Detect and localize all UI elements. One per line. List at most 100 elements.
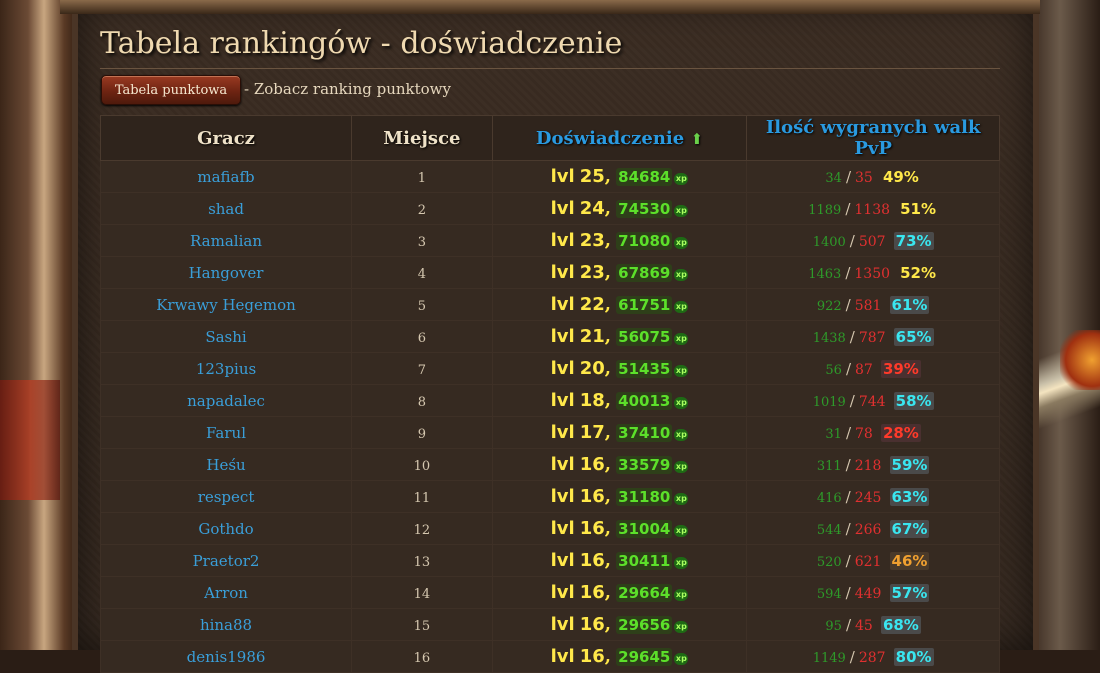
experience-value: 67869: [616, 264, 673, 282]
pvp-separator: /: [845, 456, 851, 474]
player-cell: Praetor2: [99, 544, 353, 577]
player-link[interactable]: respect: [198, 488, 255, 506]
player-link[interactable]: Sashi: [205, 328, 246, 346]
player-link[interactable]: mafiafb: [197, 168, 254, 186]
experience-value: 29664: [616, 584, 673, 602]
place-value: 8: [417, 395, 426, 410]
place-cell: 10: [351, 448, 493, 481]
place-cell: 16: [351, 640, 493, 673]
xp-icon: xp: [674, 589, 689, 601]
level-exp-separator: ,: [604, 614, 612, 635]
level-prefix: lvl: [550, 646, 575, 667]
pvp-win-percentage: 57%: [889, 584, 930, 602]
experience-value: 31180: [616, 488, 673, 506]
level-prefix: lvl: [550, 422, 575, 443]
player-link[interactable]: shad: [208, 200, 244, 218]
place-cell: 5: [351, 288, 493, 321]
pvp-losses: 78: [855, 426, 873, 442]
player-link[interactable]: Gothdo: [198, 520, 253, 538]
experience-cell: lvl 20, 51435 xp: [491, 352, 748, 385]
place-cell: 13: [351, 544, 493, 577]
level-prefix: lvl: [550, 518, 575, 539]
pvp-losses: 507: [858, 234, 886, 250]
pvp-cell: 1019/744 58%: [746, 384, 1000, 417]
place-value: 5: [417, 299, 426, 314]
player-cell: Krwawy Hegemon: [99, 288, 353, 321]
player-link[interactable]: Farul: [206, 424, 246, 442]
level-prefix: lvl: [550, 166, 575, 187]
table-row: Hangover 4 lvl 23, 67869 xp 1463/1350 52%: [99, 256, 1000, 289]
player-link[interactable]: Krwawy Hegemon: [156, 296, 296, 314]
pvp-wins: 1149: [812, 651, 846, 666]
xp-icon: xp: [674, 365, 689, 377]
level-exp-separator: ,: [604, 358, 612, 379]
place-cell: 2: [351, 192, 493, 225]
player-link[interactable]: Hangover: [189, 264, 264, 282]
experience-value: 31004: [616, 520, 673, 538]
pvp-cell: 311/218 59%: [746, 448, 1000, 481]
xp-icon: xp: [674, 653, 689, 665]
level-value: 16: [579, 454, 605, 475]
pvp-win-percentage: 51%: [900, 200, 937, 218]
pvp-separator: /: [845, 552, 851, 570]
table-row: 123pius 7 lvl 20, 51435 xp 56/87 39%: [99, 352, 1000, 385]
table-row: mafiafb 1 lvl 25, 84684 xp 34/35 49%: [99, 160, 1000, 193]
level-prefix: lvl: [550, 550, 575, 571]
level-prefix: lvl: [550, 198, 575, 219]
ranking-table-body: mafiafb 1 lvl 25, 84684 xp 34/35 49% shad…: [99, 160, 1000, 673]
experience-cell: lvl 16, 29645 xp: [491, 640, 748, 673]
place-value: 12: [413, 523, 431, 538]
points-ranking-description: - Zobacz ranking punktowy: [244, 80, 451, 98]
experience-cell: lvl 16, 30411 xp: [491, 544, 748, 577]
pvp-losses: 35: [855, 170, 873, 186]
level-value: 16: [579, 582, 605, 603]
level-exp-separator: ,: [604, 422, 612, 443]
level-exp-separator: ,: [604, 326, 612, 347]
place-value: 16: [413, 651, 431, 666]
experience-cell: lvl 18, 40013 xp: [491, 384, 748, 417]
experience-value: 33579: [616, 456, 673, 474]
player-link[interactable]: napadalec: [187, 392, 265, 410]
place-value: 9: [417, 427, 426, 442]
player-link[interactable]: 123pius: [196, 360, 256, 378]
player-link[interactable]: denis1986: [187, 648, 266, 666]
place-value: 11: [413, 491, 431, 506]
player-cell: Farul: [99, 416, 353, 449]
player-link[interactable]: Arron: [204, 584, 248, 602]
player-cell: napadalec: [99, 384, 353, 417]
header-experience[interactable]: Doświadczenie ⬆: [491, 115, 748, 161]
player-link[interactable]: Praetor2: [193, 552, 260, 570]
experience-value: 74530: [616, 200, 673, 218]
experience-value: 84684: [616, 168, 673, 186]
header-place[interactable]: Miejsce: [351, 115, 493, 161]
experience-cell: lvl 16, 29656 xp: [491, 608, 748, 641]
pvp-win-percentage: 49%: [882, 168, 919, 186]
pvp-losses: 266: [854, 522, 882, 538]
pvp-wins: 56: [825, 363, 842, 378]
level-exp-separator: ,: [604, 390, 612, 411]
experience-cell: lvl 16, 31180 xp: [491, 480, 748, 513]
player-link[interactable]: Heśu: [206, 456, 245, 474]
experience-cell: lvl 23, 71080 xp: [491, 224, 748, 257]
experience-value: 61751: [616, 296, 673, 314]
level-exp-separator: ,: [604, 582, 612, 603]
level-value: 23: [579, 230, 605, 251]
table-row: napadalec 8 lvl 18, 40013 xp 1019/744 58%: [99, 384, 1000, 417]
pvp-win-percentage: 28%: [880, 424, 921, 442]
pvp-cell: 1189/1138 51%: [746, 192, 1000, 225]
table-row: respect 11 lvl 16, 31180 xp 416/245 63%: [99, 480, 1000, 513]
pvp-separator: /: [849, 328, 855, 346]
place-value: 15: [413, 619, 431, 634]
xp-icon: xp: [674, 461, 689, 473]
points-ranking-button[interactable]: Tabela punktowa: [101, 75, 241, 105]
place-value: 13: [413, 555, 431, 570]
header-pvp[interactable]: Ilość wygranych walk PvP: [746, 115, 1000, 161]
header-player[interactable]: Gracz: [99, 115, 353, 161]
place-cell: 15: [351, 608, 493, 641]
pvp-win-percentage: 59%: [889, 456, 930, 474]
player-link[interactable]: hina88: [200, 616, 252, 634]
title-divider: [100, 68, 1000, 69]
place-cell: 4: [351, 256, 493, 289]
place-value: 4: [417, 267, 426, 282]
player-link[interactable]: Ramalian: [190, 232, 262, 250]
